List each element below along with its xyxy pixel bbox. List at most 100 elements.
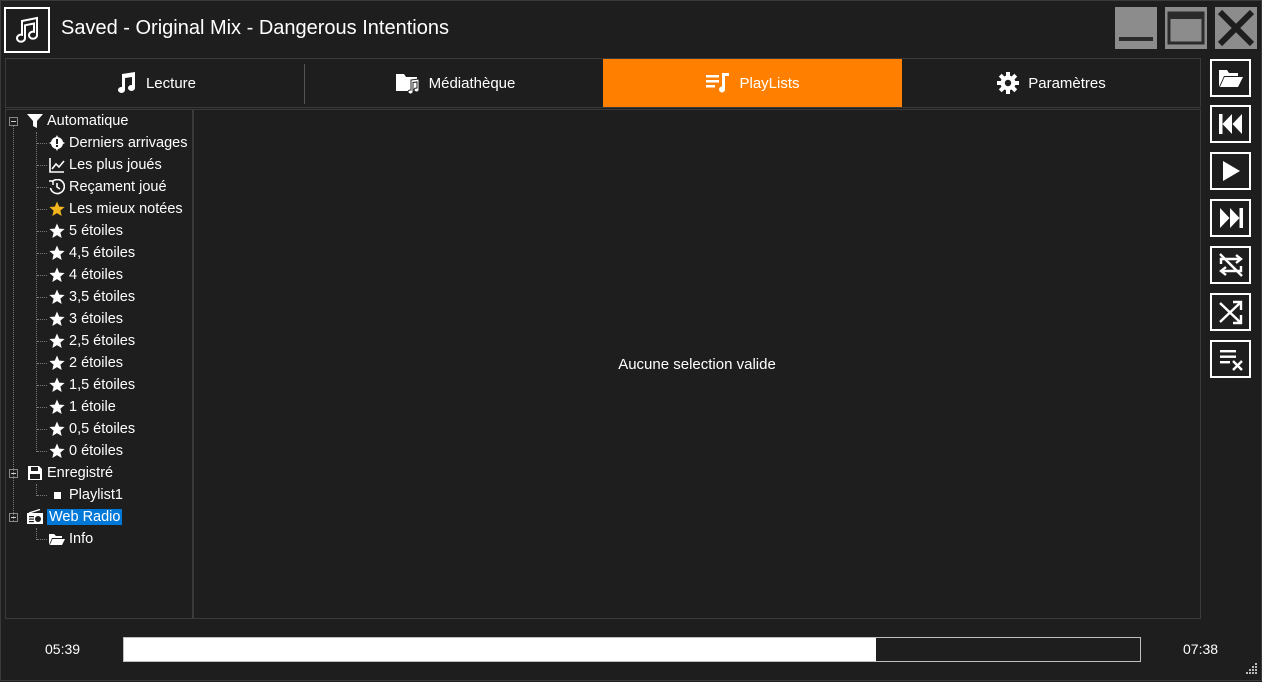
floppy-icon (26, 464, 44, 482)
tree-item-4-5-etoiles[interactable]: 4,5 étoiles (48, 242, 135, 264)
title-bar[interactable]: Saved - Original Mix - Dangerous Intenti… (1, 1, 1262, 57)
play-button[interactable] (1210, 152, 1251, 190)
tab-playlists[interactable]: PlayLists (603, 59, 902, 107)
tree-node-automatique[interactable]: Automatique (26, 110, 128, 132)
shuffle-icon (1218, 300, 1242, 325)
tree-item-3-5-etoiles[interactable]: 3,5 étoiles (48, 286, 135, 308)
open-folder-button[interactable] (1210, 59, 1251, 97)
tree-item-label: Info (69, 531, 94, 547)
tree-item-info[interactable]: Info (48, 528, 93, 550)
tree-item-recament-joue[interactable]: Reçament joué (48, 176, 167, 198)
tree-item-2-5-etoiles[interactable]: 2,5 étoiles (48, 330, 135, 352)
tree-line (37, 253, 47, 254)
tree-item-label: Les plus joués (69, 157, 162, 173)
tree-item-5-etoiles[interactable]: 5 étoiles (48, 220, 123, 242)
clear-playlist-button[interactable] (1210, 340, 1251, 378)
tab-mediatheque[interactable]: Médiathèque (306, 59, 604, 107)
star-icon (48, 332, 66, 350)
seek-bar[interactable] (123, 637, 1141, 662)
collapse-toggle[interactable] (9, 513, 18, 522)
tree-item-playlist1[interactable]: Playlist1 (48, 484, 123, 506)
repeat-button[interactable] (1210, 246, 1251, 284)
tree-line (37, 209, 47, 210)
elapsed-time: 05:39 (45, 641, 81, 657)
tree-line (37, 363, 47, 364)
star-icon (48, 288, 66, 306)
tree-line (36, 132, 37, 452)
history-icon (48, 178, 66, 196)
chart-line-icon (48, 156, 66, 174)
tree-item-3-etoiles[interactable]: 3 étoiles (48, 308, 123, 330)
close-button[interactable] (1215, 7, 1257, 49)
playlist-content[interactable]: Aucune selection valide (193, 109, 1201, 619)
previous-button[interactable] (1210, 105, 1251, 143)
tree-line (13, 126, 14, 521)
tree-item-label: Derniers arrivages (69, 135, 188, 151)
tree-item-1-5-etoiles[interactable]: 1,5 étoiles (48, 374, 135, 396)
tree-item-label: 1 étoile (69, 399, 116, 415)
minimize-button[interactable] (1115, 7, 1157, 49)
tree-item-label: Playlist1 (69, 487, 123, 503)
minimize-icon (1119, 37, 1153, 41)
tree-line (37, 165, 47, 166)
tab-label: Paramètres (1028, 74, 1106, 92)
playlist-tree: Automatique Derniers arrivages Les plus … (5, 109, 193, 619)
tree-line (37, 231, 47, 232)
tree-item-2-etoiles[interactable]: 2 étoiles (48, 352, 123, 374)
tree-line (37, 187, 47, 188)
tree-item-0-etoiles[interactable]: 0 étoiles (48, 440, 123, 462)
star-icon (48, 442, 66, 460)
tree-item-label: 4 étoiles (69, 267, 124, 283)
tree-item-4-etoiles[interactable]: 4 étoiles (48, 264, 123, 286)
star-icon (48, 398, 66, 416)
radio-icon (26, 508, 44, 526)
gear-icon (996, 71, 1020, 95)
star-icon (48, 354, 66, 372)
tree-line (37, 297, 47, 298)
close-icon (1217, 9, 1255, 47)
tree-item-les-plus-joues[interactable]: Les plus joués (48, 154, 162, 176)
maximize-button[interactable] (1165, 7, 1207, 49)
tree-item-label: 2,5 étoiles (69, 333, 136, 349)
tree-line (37, 495, 47, 496)
tree-node-label: Web Radio (47, 509, 123, 525)
repeat-off-icon (1218, 253, 1243, 277)
tree-line (37, 451, 47, 452)
collapse-toggle[interactable] (9, 117, 18, 126)
next-icon (1219, 208, 1243, 228)
total-time: 07:38 (1183, 641, 1219, 657)
tree-node-web-radio[interactable]: Web Radio (26, 506, 123, 528)
tree-line (37, 407, 47, 408)
tree-item-label: 3 étoiles (69, 311, 124, 327)
star-icon (48, 244, 66, 262)
tree-item-label: Les mieux notées (69, 201, 183, 217)
resize-grip-icon[interactable] (1243, 661, 1259, 677)
shuffle-button[interactable] (1210, 293, 1251, 331)
tree-node-enregistre[interactable]: Enregistré (26, 462, 113, 484)
tree-item-label: 2 étoiles (69, 355, 124, 371)
tree-line (37, 385, 47, 386)
tree-line (37, 539, 47, 540)
tree-item-label: Reçament joué (69, 179, 167, 195)
star-icon (48, 310, 66, 328)
next-button[interactable] (1210, 199, 1251, 237)
filter-icon (26, 112, 44, 130)
tree-item-derniers-arrivages[interactable]: Derniers arrivages (48, 132, 187, 154)
app-window: Saved - Original Mix - Dangerous Intenti… (0, 0, 1262, 681)
tree-item-les-mieux-notees[interactable]: Les mieux notées (48, 198, 183, 220)
square-icon (48, 486, 66, 504)
tree-item-1-etoile[interactable]: 1 étoile (48, 396, 116, 418)
tree-node-label: Automatique (47, 113, 129, 129)
tab-lecture[interactable]: Lecture (6, 59, 304, 107)
maximize-icon (1167, 11, 1205, 45)
tab-parametres[interactable]: Paramètres (902, 59, 1200, 107)
open-folder-icon (1218, 70, 1243, 87)
music-note-icon (4, 7, 50, 53)
tree-item-label: 4,5 étoiles (69, 245, 136, 261)
tree-item-label: 0,5 étoiles (69, 421, 136, 437)
tree-item-0-5-etoiles[interactable]: 0,5 étoiles (48, 418, 135, 440)
tree-node-label: Enregistré (47, 465, 114, 481)
empty-message: Aucune selection valide (618, 356, 776, 373)
window-title: Saved - Original Mix - Dangerous Intenti… (61, 17, 449, 39)
collapse-toggle[interactable] (9, 469, 18, 478)
